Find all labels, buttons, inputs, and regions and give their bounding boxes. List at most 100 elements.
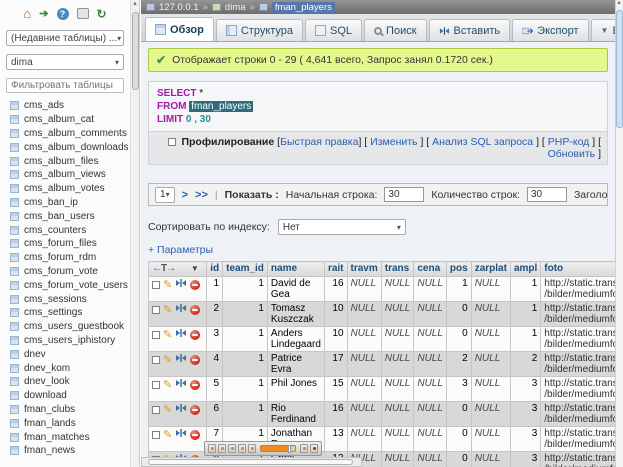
player-button[interactable] — [218, 444, 226, 453]
sidebar-table-item[interactable]: cms_users_iphistory — [0, 334, 130, 348]
insert-copy-icon[interactable] — [175, 378, 187, 391]
column-header-travm[interactable]: travm — [347, 262, 381, 277]
edit-icon[interactable]: ✎ — [163, 354, 172, 366]
tab-insert[interactable]: Вставить — [429, 19, 511, 41]
sidebar-table-item[interactable]: cms_users_guestbook — [0, 320, 130, 334]
column-header-zarplat[interactable]: zarplat — [471, 262, 510, 277]
player-button[interactable] — [208, 444, 216, 453]
row-checkbox[interactable] — [152, 431, 160, 439]
tab-browse[interactable]: Обзор — [145, 17, 214, 41]
reload-icon[interactable]: ↻ — [97, 7, 107, 21]
help-icon[interactable]: ? — [57, 8, 69, 20]
sidebar-table-item[interactable]: dnev — [0, 347, 130, 361]
row-checkbox[interactable] — [152, 306, 160, 314]
insert-copy-icon[interactable] — [175, 278, 187, 291]
recent-tables-select[interactable]: (Недавние таблицы) ... ▾ — [6, 30, 124, 46]
insert-copy-icon[interactable] — [175, 428, 187, 441]
sidebar-table-item[interactable]: cms_sessions — [0, 292, 130, 306]
delete-icon[interactable] — [190, 405, 200, 415]
sidebar-table-item[interactable]: fman_matches — [0, 430, 130, 444]
profiling-link[interactable]: Изменить — [370, 136, 417, 148]
insert-copy-icon[interactable] — [175, 328, 187, 341]
transpose-widget[interactable]: ←T→ — [152, 263, 175, 274]
edit-icon[interactable]: ✎ — [163, 304, 172, 316]
scrollbar-thumb[interactable] — [148, 459, 353, 465]
breadcrumb-database[interactable]: dima — [225, 2, 246, 13]
tab-sql[interactable]: SQL — [305, 19, 362, 41]
sidebar-table-item[interactable]: dnev_look — [0, 375, 130, 389]
sidebar-table-item[interactable]: cms_forum_rdm — [0, 251, 130, 265]
sidebar-table-item[interactable]: cms_album_votes — [0, 182, 130, 196]
progress-handle[interactable] — [288, 445, 291, 453]
sidebar-table-item[interactable]: dnev_kom — [0, 361, 130, 375]
sidebar-table-item[interactable]: cms_settings — [0, 306, 130, 320]
sidebar-table-item[interactable]: cms_album_cat — [0, 113, 130, 127]
sidebar-table-item[interactable]: cms_album_files — [0, 154, 130, 168]
scrollbar-thumb[interactable] — [132, 12, 139, 90]
player-button[interactable] — [228, 444, 236, 453]
sidebar-table-item[interactable]: cms_ads — [0, 99, 130, 113]
home-icon[interactable]: ⌂ — [23, 8, 31, 20]
page-select[interactable]: 1 ▾ — [155, 187, 175, 203]
column-header-ampl[interactable]: ampl — [510, 262, 540, 277]
profiling-link[interactable]: Обновить — [548, 148, 596, 160]
row-checkbox[interactable] — [152, 356, 160, 364]
database-select[interactable]: dima ▾ — [6, 54, 124, 70]
options-arrow-icon[interactable]: ▼ — [191, 264, 199, 273]
tab-export[interactable]: Экспорт — [512, 19, 588, 41]
row-checkbox[interactable] — [152, 281, 160, 289]
profiling-checkbox[interactable] — [168, 138, 176, 146]
column-header-team_id[interactable]: team_id — [223, 262, 268, 277]
sidebar-table-item[interactable]: fman_lands — [0, 416, 130, 430]
sidebar-table-item[interactable]: cms_forum_vote_users — [0, 278, 130, 292]
delete-icon[interactable] — [190, 280, 200, 290]
insert-copy-icon[interactable] — [175, 403, 187, 416]
sidebar-table-item[interactable]: fman_news — [0, 444, 130, 458]
tab-search[interactable]: Поиск — [364, 19, 426, 41]
column-header-pos[interactable]: pos — [446, 262, 471, 277]
logout-icon[interactable]: ➔ — [39, 7, 48, 20]
filter-tables-input[interactable] — [6, 78, 124, 93]
column-header-id[interactable]: id — [207, 262, 223, 277]
player-button[interactable] — [248, 444, 256, 453]
delete-icon[interactable] — [190, 380, 200, 390]
sidebar-table-item[interactable]: cms_album_views — [0, 168, 130, 182]
edit-icon[interactable]: ✎ — [163, 429, 172, 441]
sidebar-table-item[interactable]: cms_ban_users — [0, 209, 130, 223]
tab-structure[interactable]: Структура — [216, 19, 303, 41]
profiling-link[interactable]: Анализ SQL запроса — [432, 136, 533, 148]
sidebar-scrollbar[interactable]: ▲ — [130, 0, 140, 467]
delete-icon[interactable] — [190, 305, 200, 315]
sidebar-table-item[interactable]: download — [0, 389, 130, 403]
sidebar-table-item[interactable]: cms_forum_files — [0, 237, 130, 251]
profiling-link[interactable]: PHP-код — [548, 136, 590, 148]
player-stop-button[interactable] — [310, 444, 318, 453]
delete-icon[interactable] — [190, 330, 200, 340]
scroll-up-icon[interactable]: ▲ — [132, 1, 138, 7]
column-header-rait[interactable]: rait — [324, 262, 347, 277]
row-checkbox[interactable] — [152, 406, 160, 414]
sidebar-table-item[interactable]: cms_album_downloads — [0, 140, 130, 154]
column-header-foto[interactable]: foto — [541, 262, 615, 277]
player-button[interactable] — [238, 444, 246, 453]
column-header-name[interactable]: name — [267, 262, 324, 277]
scrollbar-thumb[interactable] — [616, 10, 623, 128]
tab-more[interactable]: ▼ Ещё — [591, 19, 615, 41]
start-row-input[interactable] — [384, 187, 424, 202]
column-header-cena[interactable]: cena — [414, 262, 447, 277]
last-page-button[interactable]: >> — [195, 189, 208, 201]
sort-index-select[interactable]: Нет ▾ — [278, 219, 406, 235]
sidebar-table-item[interactable]: cms_counters — [0, 223, 130, 237]
delete-icon[interactable] — [190, 355, 200, 365]
sidebar-table-item[interactable]: cms_album_comments — [0, 127, 130, 141]
row-count-input[interactable] — [527, 187, 567, 202]
insert-copy-icon[interactable] — [175, 353, 187, 366]
edit-icon[interactable]: ✎ — [163, 404, 172, 416]
sidebar-table-item[interactable]: cms_ban_ip — [0, 196, 130, 210]
player-progress-bar[interactable] — [260, 445, 296, 452]
breadcrumb-server[interactable]: 127.0.0.1 — [159, 2, 199, 13]
edit-icon[interactable]: ✎ — [163, 329, 172, 341]
sidebar-table-item[interactable]: cms_forum_vote — [0, 265, 130, 279]
edit-icon[interactable]: ✎ — [163, 279, 172, 291]
player-button[interactable] — [300, 444, 308, 453]
